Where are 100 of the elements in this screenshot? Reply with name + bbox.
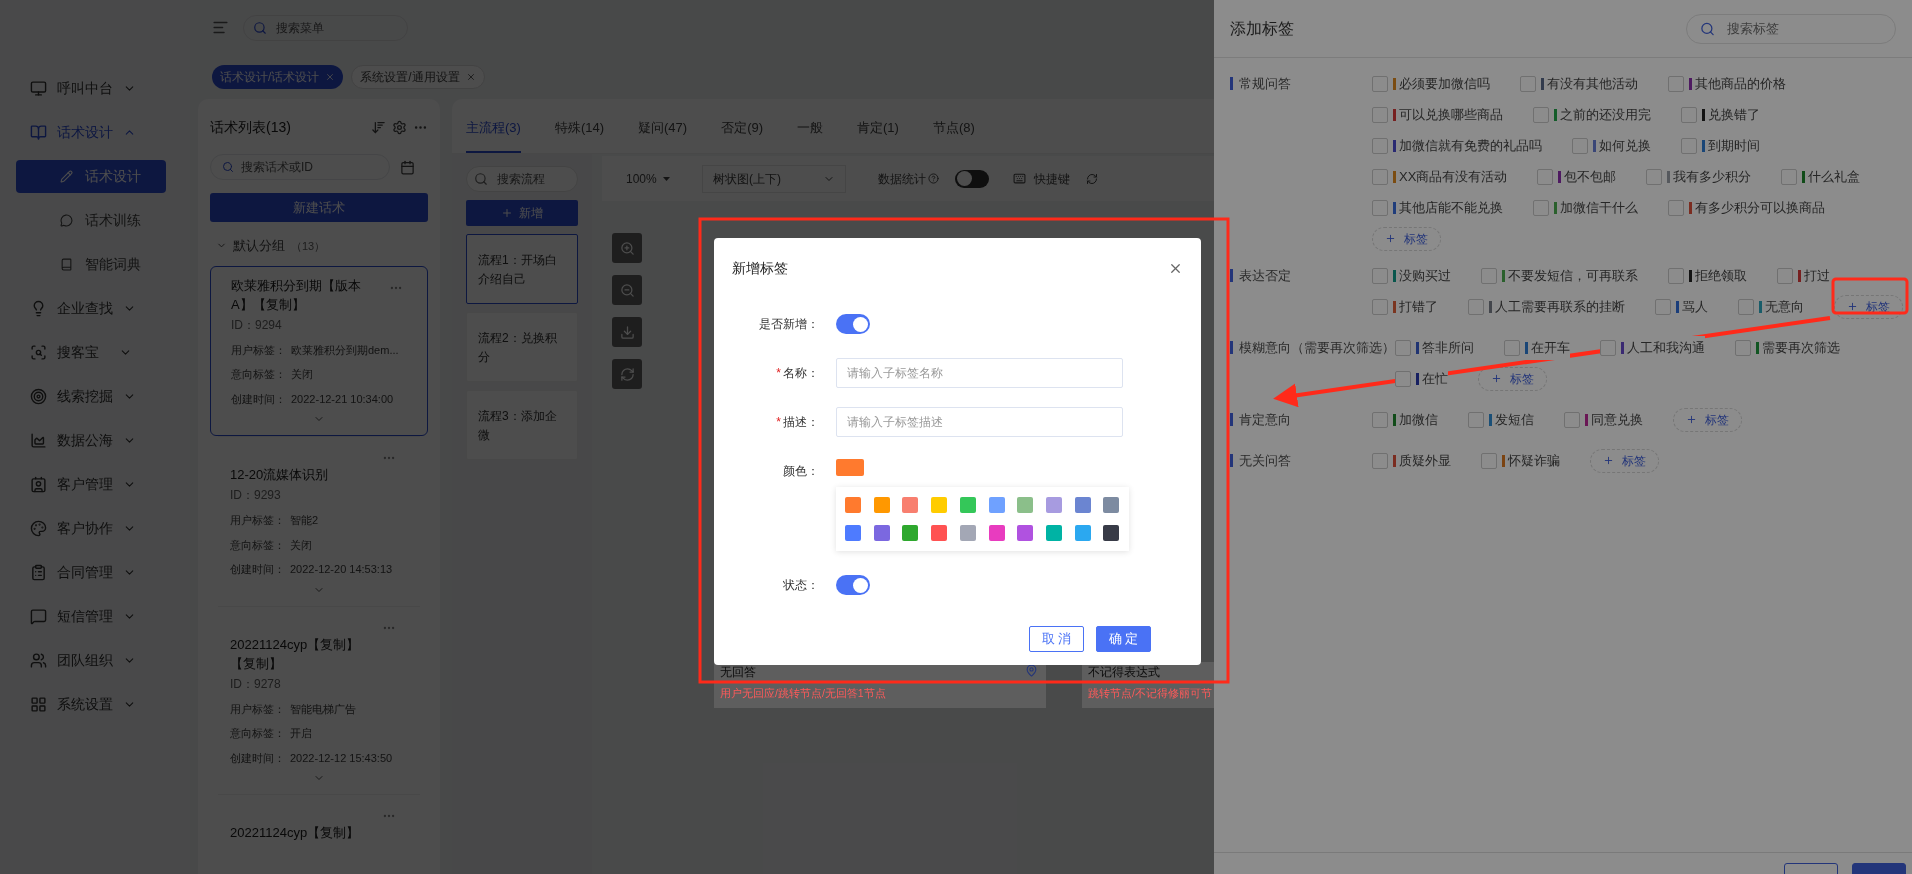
- cancel-button[interactable]: 取 消: [1029, 626, 1084, 652]
- checkbox[interactable]: [1572, 137, 1588, 154]
- checkbox[interactable]: [1395, 339, 1411, 356]
- zoom-in-icon[interactable]: [612, 233, 642, 263]
- dialog-title: 新增标签: [732, 259, 788, 278]
- color-swatch[interactable]: [1103, 525, 1120, 541]
- checkbox[interactable]: [1395, 370, 1411, 387]
- text-field[interactable]: 请输入子标签描述: [836, 407, 1123, 437]
- section-label: 表达否定: [1239, 266, 1291, 285]
- menu-item[interactable]: 系统设置: [0, 682, 190, 726]
- color-swatch[interactable]: [1074, 497, 1091, 513]
- color-swatch[interactable]: [931, 497, 948, 513]
- download-icon[interactable]: [612, 317, 642, 347]
- field-label: 状态：: [783, 577, 819, 594]
- panel-title: 话术列表(13): [210, 118, 292, 137]
- checkbox[interactable]: [1537, 168, 1554, 185]
- checkbox[interactable]: [1668, 267, 1684, 284]
- checkbox[interactable]: [1564, 411, 1580, 428]
- checkbox[interactable]: [1668, 199, 1684, 216]
- field-label: 颜色：: [783, 463, 819, 480]
- checkbox[interactable]: [1533, 199, 1549, 216]
- color-swatch[interactable]: [845, 497, 861, 513]
- confirm-button[interactable]: 确 定: [1096, 626, 1151, 652]
- plus-icon: [1603, 455, 1614, 466]
- menu-item[interactable]: 企业查找: [0, 286, 190, 330]
- checkbox[interactable]: [1372, 106, 1388, 123]
- menu-icon[interactable]: [212, 19, 229, 36]
- plus-icon: [1385, 233, 1396, 244]
- zoom-out-icon[interactable]: [612, 275, 642, 305]
- refresh-icon[interactable]: [1086, 172, 1098, 185]
- tag-search-field[interactable]: 搜索标签: [1686, 13, 1896, 44]
- checkbox[interactable]: [1372, 267, 1388, 284]
- checkbox[interactable]: [1372, 75, 1388, 92]
- toggle-switch[interactable]: [955, 169, 989, 188]
- calendar-icon[interactable]: [400, 159, 415, 175]
- zoom-dropdown[interactable]: 100%: [626, 169, 686, 188]
- checkbox[interactable]: [1468, 298, 1484, 315]
- checkbox[interactable]: [1681, 106, 1697, 123]
- color-swatch[interactable]: [873, 497, 890, 513]
- selected-color-swatch[interactable]: [836, 459, 864, 476]
- checkbox[interactable]: [1668, 75, 1684, 92]
- color-swatch[interactable]: [902, 525, 919, 541]
- checkbox[interactable]: [1655, 298, 1671, 315]
- checkbox[interactable]: [1735, 339, 1751, 356]
- settings-icon[interactable]: [392, 120, 407, 135]
- help-icon[interactable]: [928, 173, 939, 184]
- checkbox[interactable]: [1372, 452, 1388, 469]
- checkbox[interactable]: [1481, 452, 1497, 469]
- checkbox[interactable]: [1504, 339, 1520, 356]
- color-swatch[interactable]: [959, 497, 976, 513]
- menu-item[interactable]: 数据公海: [0, 418, 190, 462]
- menu-item[interactable]: 团队组织: [0, 638, 190, 682]
- color-swatch[interactable]: [959, 525, 976, 541]
- checkbox[interactable]: [1481, 267, 1497, 284]
- checkbox[interactable]: [1372, 298, 1388, 315]
- checkbox[interactable]: [1738, 298, 1754, 315]
- checkbox[interactable]: [1520, 75, 1536, 92]
- color-swatch[interactable]: [1017, 497, 1034, 513]
- checkbox[interactable]: [1372, 411, 1388, 428]
- refresh-icon[interactable]: [612, 359, 642, 389]
- card-title: 欧莱雅积分到期【版本A】【复制】: [231, 276, 362, 314]
- checkbox[interactable]: [1781, 168, 1798, 185]
- menu-item[interactable]: 话术设计: [0, 110, 190, 154]
- checkbox[interactable]: [1372, 199, 1388, 216]
- color-swatch[interactable]: [1045, 497, 1062, 513]
- field-value: 2022-12-21 10:34:00: [291, 391, 394, 407]
- flow-card[interactable]: 流程2：兑换积分: [466, 312, 578, 382]
- clipboard-icon: [30, 563, 47, 581]
- contact-card-icon: [30, 475, 47, 493]
- checkbox[interactable]: [1600, 339, 1616, 356]
- color-swatch[interactable]: [931, 525, 948, 541]
- text-field[interactable]: 请输入子标签名称: [836, 358, 1123, 388]
- color-swatch[interactable]: [873, 525, 890, 541]
- menu-item[interactable]: 客户协作: [0, 506, 190, 550]
- checkbox[interactable]: [1468, 411, 1484, 428]
- color-swatch[interactable]: [988, 497, 1005, 513]
- checkbox[interactable]: [1372, 137, 1388, 154]
- toggle-switch[interactable]: [836, 575, 870, 595]
- checkbox[interactable]: [1681, 137, 1697, 154]
- menu-item[interactable]: 线索挖掘: [0, 374, 190, 418]
- pin-icon: [1025, 664, 1038, 677]
- color-swatch[interactable]: [1103, 497, 1120, 513]
- chart-icon: [30, 431, 47, 449]
- section-label: 无关问答: [1239, 451, 1291, 470]
- checkbox[interactable]: [1646, 168, 1663, 185]
- color-swatch[interactable]: [902, 497, 919, 513]
- toggle-switch[interactable]: [836, 314, 870, 334]
- color-swatch[interactable]: [1017, 525, 1034, 541]
- sort-icon[interactable]: [371, 120, 386, 135]
- color-swatch[interactable]: [845, 525, 861, 541]
- script-card[interactable]: 20221124cyp【复制】: [218, 794, 420, 852]
- color-swatch[interactable]: [1074, 525, 1091, 541]
- close-icon[interactable]: [1168, 261, 1183, 276]
- checkbox[interactable]: [1372, 168, 1388, 185]
- checkbox[interactable]: [1533, 106, 1549, 123]
- menu-item[interactable]: 搜客宝: [0, 330, 190, 374]
- checkbox[interactable]: [1777, 267, 1793, 284]
- field-label: 是否新增：: [759, 316, 819, 333]
- color-swatch[interactable]: [988, 525, 1005, 541]
- color-swatch[interactable]: [1045, 525, 1062, 541]
